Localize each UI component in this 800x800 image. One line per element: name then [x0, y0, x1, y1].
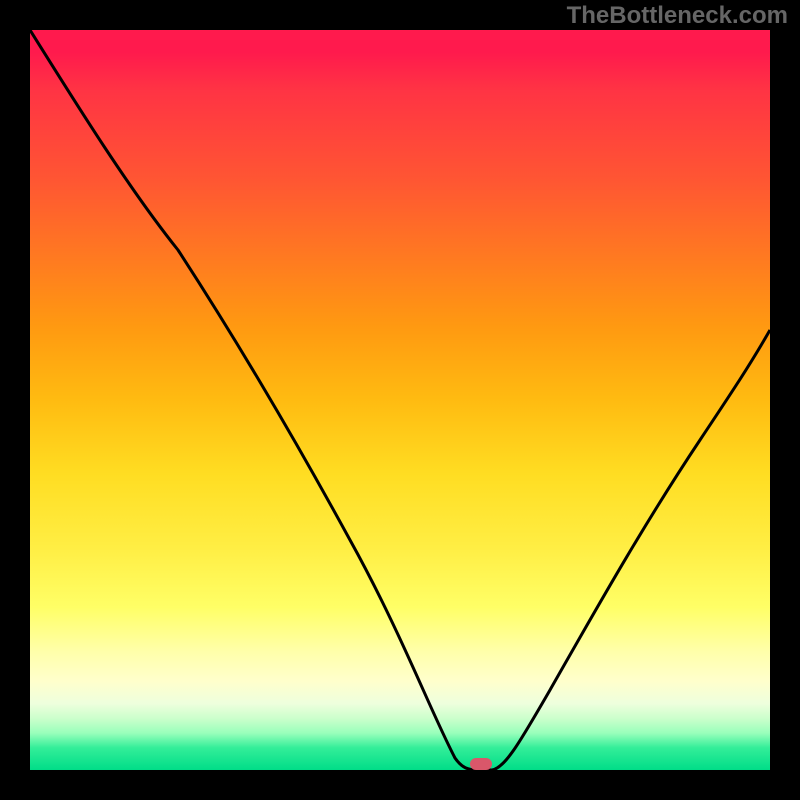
watermark-text: TheBottleneck.com: [567, 2, 788, 30]
plot-area: [30, 30, 770, 770]
bottleneck-curve-path: [30, 30, 770, 770]
optimal-point-marker: [470, 758, 492, 770]
bottleneck-curve-svg: [30, 30, 770, 770]
